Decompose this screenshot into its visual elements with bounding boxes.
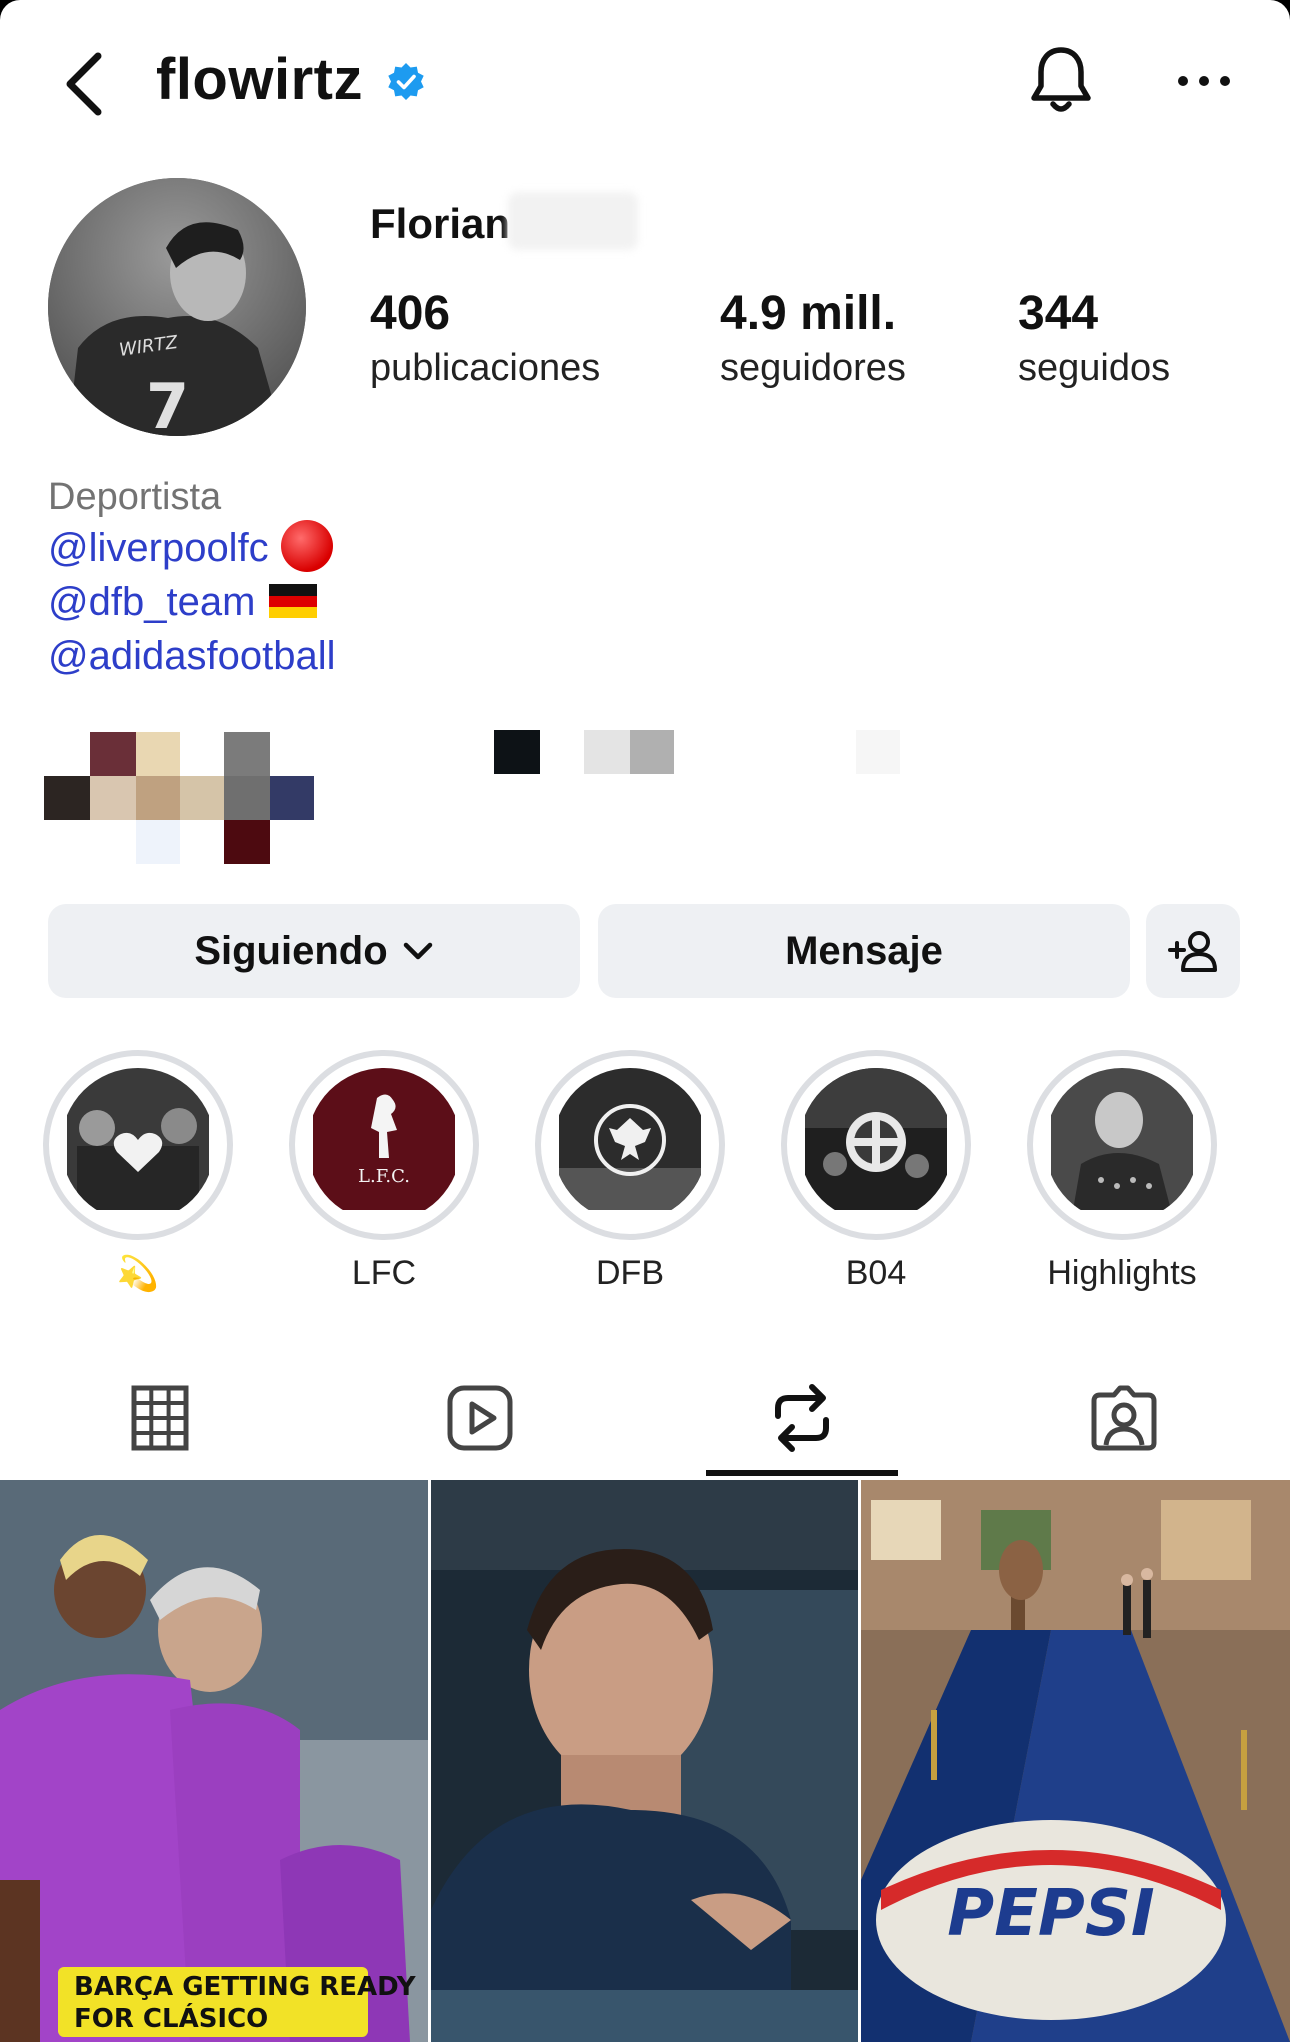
bio-link-adidasfootball[interactable]: @adidasfootball: [48, 634, 335, 679]
more-options-button[interactable]: [1176, 66, 1232, 96]
stat-label: seguidores: [720, 347, 906, 389]
more-horizontal-icon: [1178, 76, 1230, 86]
avatar-photo: WIRTZ 7: [48, 178, 306, 436]
highlight-ring: [1027, 1050, 1217, 1240]
tab-reels[interactable]: [430, 1368, 530, 1468]
highlight-item[interactable]: DFB: [532, 1050, 728, 1293]
grid-icon: [131, 1385, 189, 1451]
back-button[interactable]: [56, 46, 116, 118]
tab-reposts[interactable]: [752, 1368, 852, 1468]
highlight-cover: [799, 1068, 953, 1222]
tab-posts-grid[interactable]: [110, 1368, 210, 1468]
highlight-cover: [553, 1068, 707, 1222]
svg-text:7: 7: [146, 370, 189, 436]
highlight-item[interactable]: Highlights: [1024, 1050, 1220, 1293]
post-image: PEPSI: [861, 1480, 1290, 2042]
highlight-label: B04: [845, 1254, 907, 1292]
bio-category: Deportista: [48, 476, 222, 518]
highlight-cover: L.F.C.: [307, 1068, 461, 1222]
followers-count-stat[interactable]: 4.9 mill. seguidores: [720, 286, 906, 390]
top-bar: flowirtz: [0, 0, 1290, 160]
profile-username: flowirtz: [156, 47, 363, 112]
post-tile[interactable]: PEPSI: [861, 1480, 1290, 2042]
highlight-cover: [61, 1068, 215, 1222]
following-count-stat[interactable]: 344 seguidos: [1018, 286, 1170, 390]
following-label: Siguiendo: [194, 928, 388, 973]
stat-value: 4.9 mill.: [720, 287, 897, 340]
highlight-ring: [535, 1050, 725, 1240]
bio-link-liverpoolfc[interactable]: @liverpoolfc: [48, 520, 333, 573]
tab-tagged[interactable]: [1074, 1368, 1174, 1468]
reels-icon: [447, 1385, 513, 1451]
highlight-ring: [781, 1050, 971, 1240]
stat-label: seguidos: [1018, 347, 1171, 389]
notifications-button[interactable]: [1028, 44, 1094, 116]
highlight-item[interactable]: 💫: [40, 1050, 236, 1294]
highlight-ring: L.F.C.: [289, 1050, 479, 1240]
stat-value: 406: [370, 287, 451, 340]
profile-avatar[interactable]: WIRTZ 7: [48, 178, 306, 436]
highlight-label: 💫: [116, 1255, 160, 1293]
posts-count-stat[interactable]: 406 publicaciones: [370, 286, 600, 390]
post-caption: PEPSI: [947, 1877, 1154, 1951]
highlight-item[interactable]: B04: [778, 1050, 974, 1293]
chevron-down-icon: [403, 942, 432, 960]
highlight-label: LFC: [351, 1254, 417, 1292]
bio-link-text: @dfb_team: [48, 580, 256, 624]
bio-link-text: @adidasfootball: [48, 634, 336, 678]
reposts-icon: [775, 1384, 829, 1452]
add-person-icon: [1168, 931, 1217, 972]
highlight-item[interactable]: L.F.C. LFC: [286, 1050, 482, 1293]
red-circle-icon: [280, 520, 333, 573]
bell-icon: [1031, 47, 1091, 112]
svg-text:L.F.C.: L.F.C.: [358, 1166, 410, 1187]
following-button[interactable]: Siguiendo: [48, 904, 580, 998]
post-tile[interactable]: BARÇA GETTING READY FOR CLÁSICO: [0, 1480, 428, 2042]
highlight-label: Highlights: [1047, 1254, 1197, 1292]
stat-label: publicaciones: [370, 347, 601, 389]
redacted-name-area: [508, 192, 638, 250]
verified-badge-icon: [388, 63, 424, 100]
post-image: [431, 1480, 858, 2042]
stat-value: 344: [1018, 287, 1099, 340]
highlight-cover: [1045, 1068, 1199, 1222]
bio-link-dfb-team[interactable]: @dfb_team: [48, 580, 318, 625]
profile-display-name: Florian: [370, 200, 511, 247]
profile-screen: flowirtz WIRTZ 7 Florian 406 publicacion…: [0, 0, 1290, 2042]
chevron-left-icon: [66, 52, 102, 116]
message-button[interactable]: Mensaje: [598, 904, 1130, 998]
highlight-ring: [43, 1050, 233, 1240]
post-image: BARÇA GETTING READY FOR CLÁSICO: [0, 1480, 428, 2042]
highlight-label: DFB: [596, 1254, 664, 1292]
post-tile[interactable]: [431, 1480, 858, 2042]
tagged-icon: [1091, 1385, 1157, 1451]
active-tab-indicator: [706, 1470, 898, 1476]
bio-link-text: @liverpoolfc: [48, 526, 269, 570]
message-label: Mensaje: [785, 928, 943, 973]
suggested-people-button[interactable]: [1146, 904, 1240, 998]
germany-flag-icon: [269, 584, 318, 619]
